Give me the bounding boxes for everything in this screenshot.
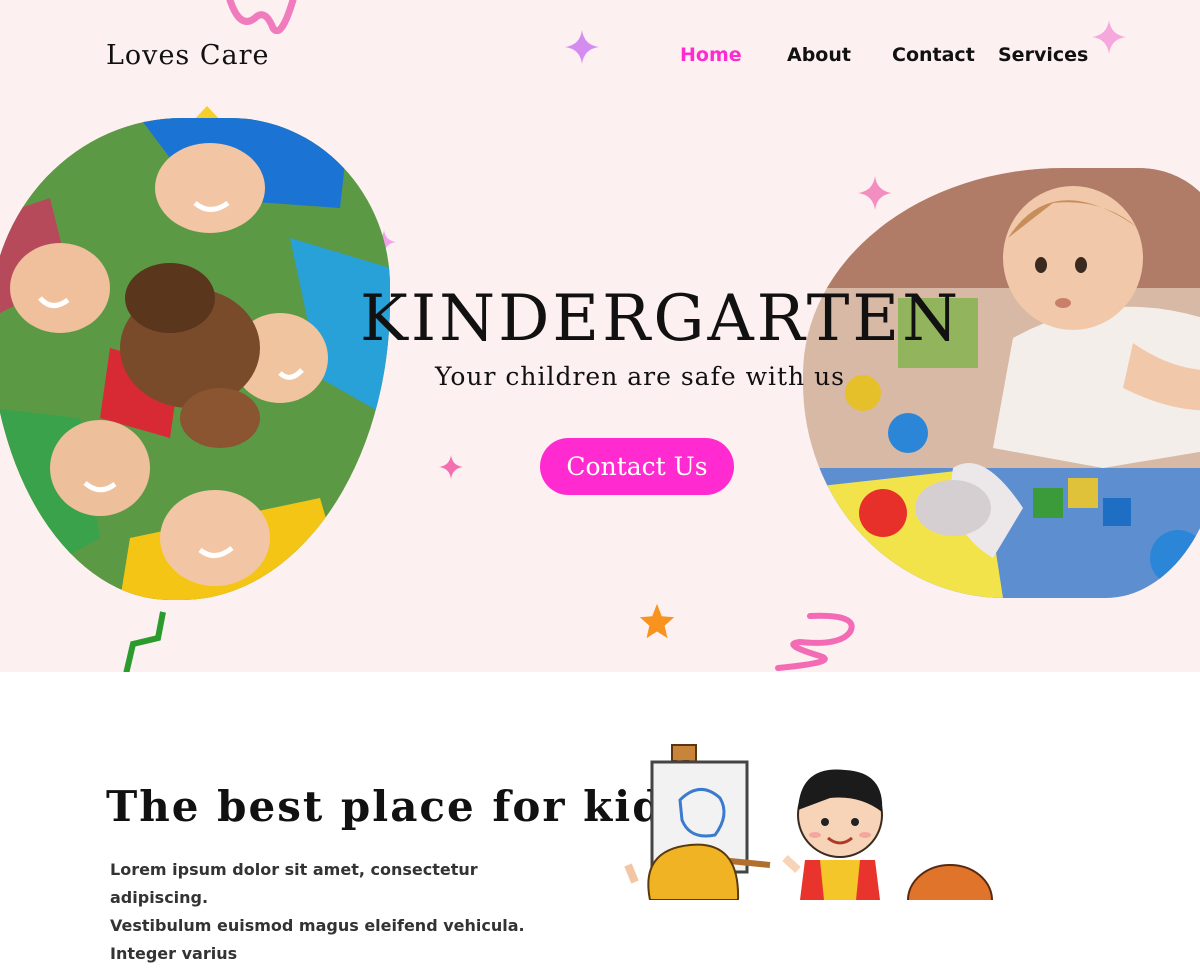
pink-squiggle-top-icon (226, 0, 297, 34)
section-body-line: Vestibulum euismod magus eleifend vehicu… (110, 916, 525, 963)
pink-sparkle-icon (1092, 20, 1126, 54)
nav-item-home[interactable]: Home (680, 44, 742, 66)
nav-item-services[interactable]: Services (998, 44, 1088, 66)
nav-item-about[interactable]: About (787, 44, 851, 66)
hero-subtitle: Your children are safe with us (434, 362, 846, 391)
nav-item-contact[interactable]: Contact (892, 44, 975, 66)
contact-us-button[interactable]: Contact Us (540, 438, 734, 495)
orange-star-icon (639, 603, 675, 639)
section-body: Lorem ipsum dolor sit amet, consectetur … (110, 856, 570, 968)
purple-sparkle-icon (565, 30, 599, 64)
hero-section: Loves Care Home About Contact Services K… (0, 0, 1200, 672)
section-title: The best place for kids (106, 782, 690, 831)
kids-painting-illustration (620, 740, 1000, 936)
pink-sparkle-icon (439, 455, 463, 479)
pink-squiggle-bottom-icon (775, 612, 855, 671)
pink-sparkle-icon (858, 176, 892, 210)
green-zigzag-icon (123, 611, 166, 672)
kids-photo (0, 118, 390, 600)
brand-logo[interactable]: Loves Care (106, 40, 270, 71)
section-body-line: Lorem ipsum dolor sit amet, consectetur … (110, 860, 478, 907)
hero-title: KINDERGARTEN (360, 282, 962, 356)
